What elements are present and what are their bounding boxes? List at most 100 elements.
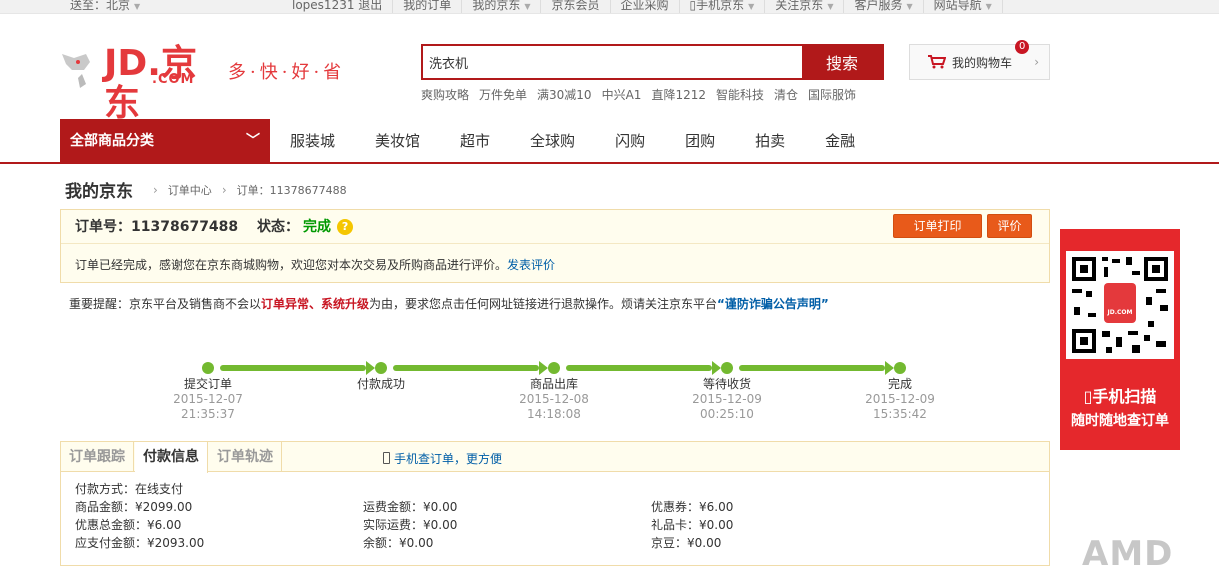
customer-service-label: 客户服务: [854, 0, 903, 12]
step-date: 2015-12-09: [865, 392, 935, 406]
customer-service-link[interactable]: 客户服务 ▼: [844, 0, 924, 13]
follow-jd-link[interactable]: 关注京东 ▼: [765, 0, 845, 13]
coupon-amount: 优惠券：¥6.00: [651, 500, 734, 514]
amd-watermark: AMD: [1082, 534, 1174, 574]
discount-total: 优惠总金额：¥6.00: [75, 518, 182, 532]
step-time: 15:35:42: [873, 407, 927, 421]
progress-step: 等待收货 2015-12-09 00:25:10: [682, 377, 772, 422]
order-message: 订单已经完成，感谢您在京东商城购物，欢迎您对本次交易及所购商品进行评价。发表评价: [75, 256, 555, 273]
balance-amount: 余额：¥0.00: [363, 536, 434, 550]
payable-amount: 应支付金额：¥2093.00: [75, 536, 205, 550]
mobile-qr-panel[interactable]: JD.COM ▯手机扫描 随时随地查订单: [1060, 229, 1180, 450]
logo-subtext: .COM: [152, 72, 195, 87]
chevron-down-icon: ▼: [985, 2, 992, 11]
hotword-link[interactable]: 清仓: [774, 86, 798, 103]
nav-item[interactable]: 美妆馆: [355, 119, 440, 164]
progress-step: 商品出库 2015-12-08 14:18:08: [509, 377, 599, 422]
progress-dot: [721, 362, 733, 374]
breadcrumb-home[interactable]: 我的京东: [65, 177, 133, 202]
actual-shipping: 实际运费：¥0.00: [363, 518, 458, 532]
progress-dot: [202, 362, 214, 374]
delivery-location[interactable]: 送至：北京 ▼: [70, 0, 140, 13]
shopping-cart-button[interactable]: 我的购物车 0 ›: [909, 40, 1050, 80]
step-date: 2015-12-09: [692, 392, 762, 406]
nav-item[interactable]: 全球购: [510, 119, 595, 164]
scan-subtitle: 随时随地查订单: [1071, 413, 1169, 429]
qr-caption: JD.COM: [1107, 309, 1133, 316]
progress-dot: [375, 362, 387, 374]
breadcrumb-order-center[interactable]: 订单中心: [168, 182, 212, 198]
progress-line: [393, 365, 539, 371]
step-date: 2015-12-07: [173, 392, 243, 406]
jd-logo[interactable]: JD.京东 .COM: [60, 44, 230, 124]
arrow-right-icon: [712, 361, 721, 375]
nav-item[interactable]: 闪购: [595, 119, 665, 164]
chevron-down-icon: ▼: [827, 2, 834, 11]
tab-bar: 订单跟踪 付款信息 订单轨迹 手机查订单，更方便: [61, 442, 1049, 473]
search-input[interactable]: [423, 46, 802, 78]
mobile-jd-label: 手机京东: [696, 0, 745, 12]
mobile-jd-link[interactable]: ▯手机京东 ▼: [680, 0, 766, 13]
mobile-order-link[interactable]: 手机查订单，更方便: [383, 450, 502, 467]
cart-label: 我的购物车: [952, 55, 1013, 70]
hotword-link[interactable]: 满30减10: [537, 86, 592, 103]
phone-icon: [383, 452, 390, 464]
hotword-link[interactable]: 中兴A1: [602, 86, 642, 103]
mobile-order-label: 手机查订单，更方便: [394, 452, 503, 466]
progress-line: [739, 365, 885, 371]
scan-title-text: 手机扫描: [1092, 387, 1157, 406]
security-reminder: 重要提醒：京东平台及销售商不会以订单异常、系统升级为由，要求您点击任何网址链接进…: [69, 295, 829, 312]
enterprise-link[interactable]: 企业采购: [611, 0, 680, 13]
hotword-link[interactable]: 万件免单: [479, 86, 527, 103]
progress-line: [566, 365, 712, 371]
nav-item[interactable]: 金融: [805, 119, 875, 164]
step-time: 00:25:10: [700, 407, 754, 421]
location-label: 送至：北京: [70, 0, 131, 12]
shipping-amount: 运费金额：¥0.00: [363, 500, 458, 514]
write-review-link[interactable]: 发表评价: [507, 258, 555, 272]
qr-code-icon: [1072, 257, 1168, 353]
step-time: 21:35:37: [181, 407, 235, 421]
jd-member-link[interactable]: 京东会员: [541, 0, 611, 13]
cart-count-badge: 0: [1015, 40, 1030, 54]
payment-method: 付款方式：在线支付: [75, 482, 184, 496]
main-nav: 全部商品分类 ﹀ 服装城 美妆馆 超市 全球购 闪购 团购 拍卖 金融: [0, 119, 1219, 164]
slogan: 多·快·好·省: [228, 62, 346, 83]
hotword-link[interactable]: 爽购攻略: [421, 86, 469, 103]
nav-item[interactable]: 服装城: [270, 119, 355, 164]
top-links: lopes1231 退出 我的订单 我的京东 ▼ 京东会员 企业采购 ▯手机京东 ▼…: [292, 0, 1003, 13]
search-box: 搜索: [421, 44, 884, 80]
search-button[interactable]: 搜索: [802, 46, 882, 78]
fraud-notice-link[interactable]: “谨防诈骗公告声明”: [717, 297, 829, 311]
reminder-middle: 为由，要求您点击任何网址链接进行退款操作。烦请关注京东平台: [369, 297, 718, 311]
step-label: 付款成功: [356, 377, 405, 391]
user-logout-link[interactable]: lopes1231 退出: [292, 0, 394, 13]
hotword-link[interactable]: 直降1212: [651, 86, 706, 103]
my-orders-link[interactable]: 我的订单: [393, 0, 463, 13]
nav-item[interactable]: 超市: [440, 119, 510, 164]
all-categories-button[interactable]: 全部商品分类 ﹀: [60, 119, 270, 164]
order-progress: 提交订单 2015-12-07 21:35:37 付款成功 商品出库 2015-12-…: [170, 355, 950, 425]
hotword-link[interactable]: 智能科技: [716, 86, 764, 103]
review-button[interactable]: 评价: [987, 214, 1032, 238]
tab-order-trace[interactable]: 订单轨迹: [209, 442, 282, 472]
chevron-right-icon: ›: [153, 182, 158, 197]
chevron-down-icon: ▼: [524, 2, 531, 11]
breadcrumb: 我的京东 › 订单中心 › 订单：11378677488: [65, 177, 347, 202]
step-date: 2015-12-08: [519, 392, 589, 406]
nav-item[interactable]: 团购: [665, 119, 735, 164]
nav-item[interactable]: 拍卖: [735, 119, 805, 164]
site-nav-link[interactable]: 网站导航 ▼: [924, 0, 1003, 13]
help-icon[interactable]: ?: [337, 219, 354, 235]
chevron-down-icon: ﹀: [246, 133, 260, 149]
print-order-button[interactable]: 订单打印: [893, 214, 982, 238]
order-status: 完成: [303, 219, 332, 235]
step-label: 商品出库: [529, 377, 578, 391]
hotword-link[interactable]: 国际服饰: [808, 86, 856, 103]
reminder-highlight: 订单异常、系统升级: [261, 297, 370, 311]
tab-payment-info[interactable]: 付款信息: [135, 442, 208, 473]
tab-order-tracking[interactable]: 订单跟踪: [61, 442, 134, 472]
my-jd-link[interactable]: 我的京东 ▼: [462, 0, 542, 13]
arrow-right-icon: [885, 361, 894, 375]
arrow-right-icon: [366, 361, 375, 375]
